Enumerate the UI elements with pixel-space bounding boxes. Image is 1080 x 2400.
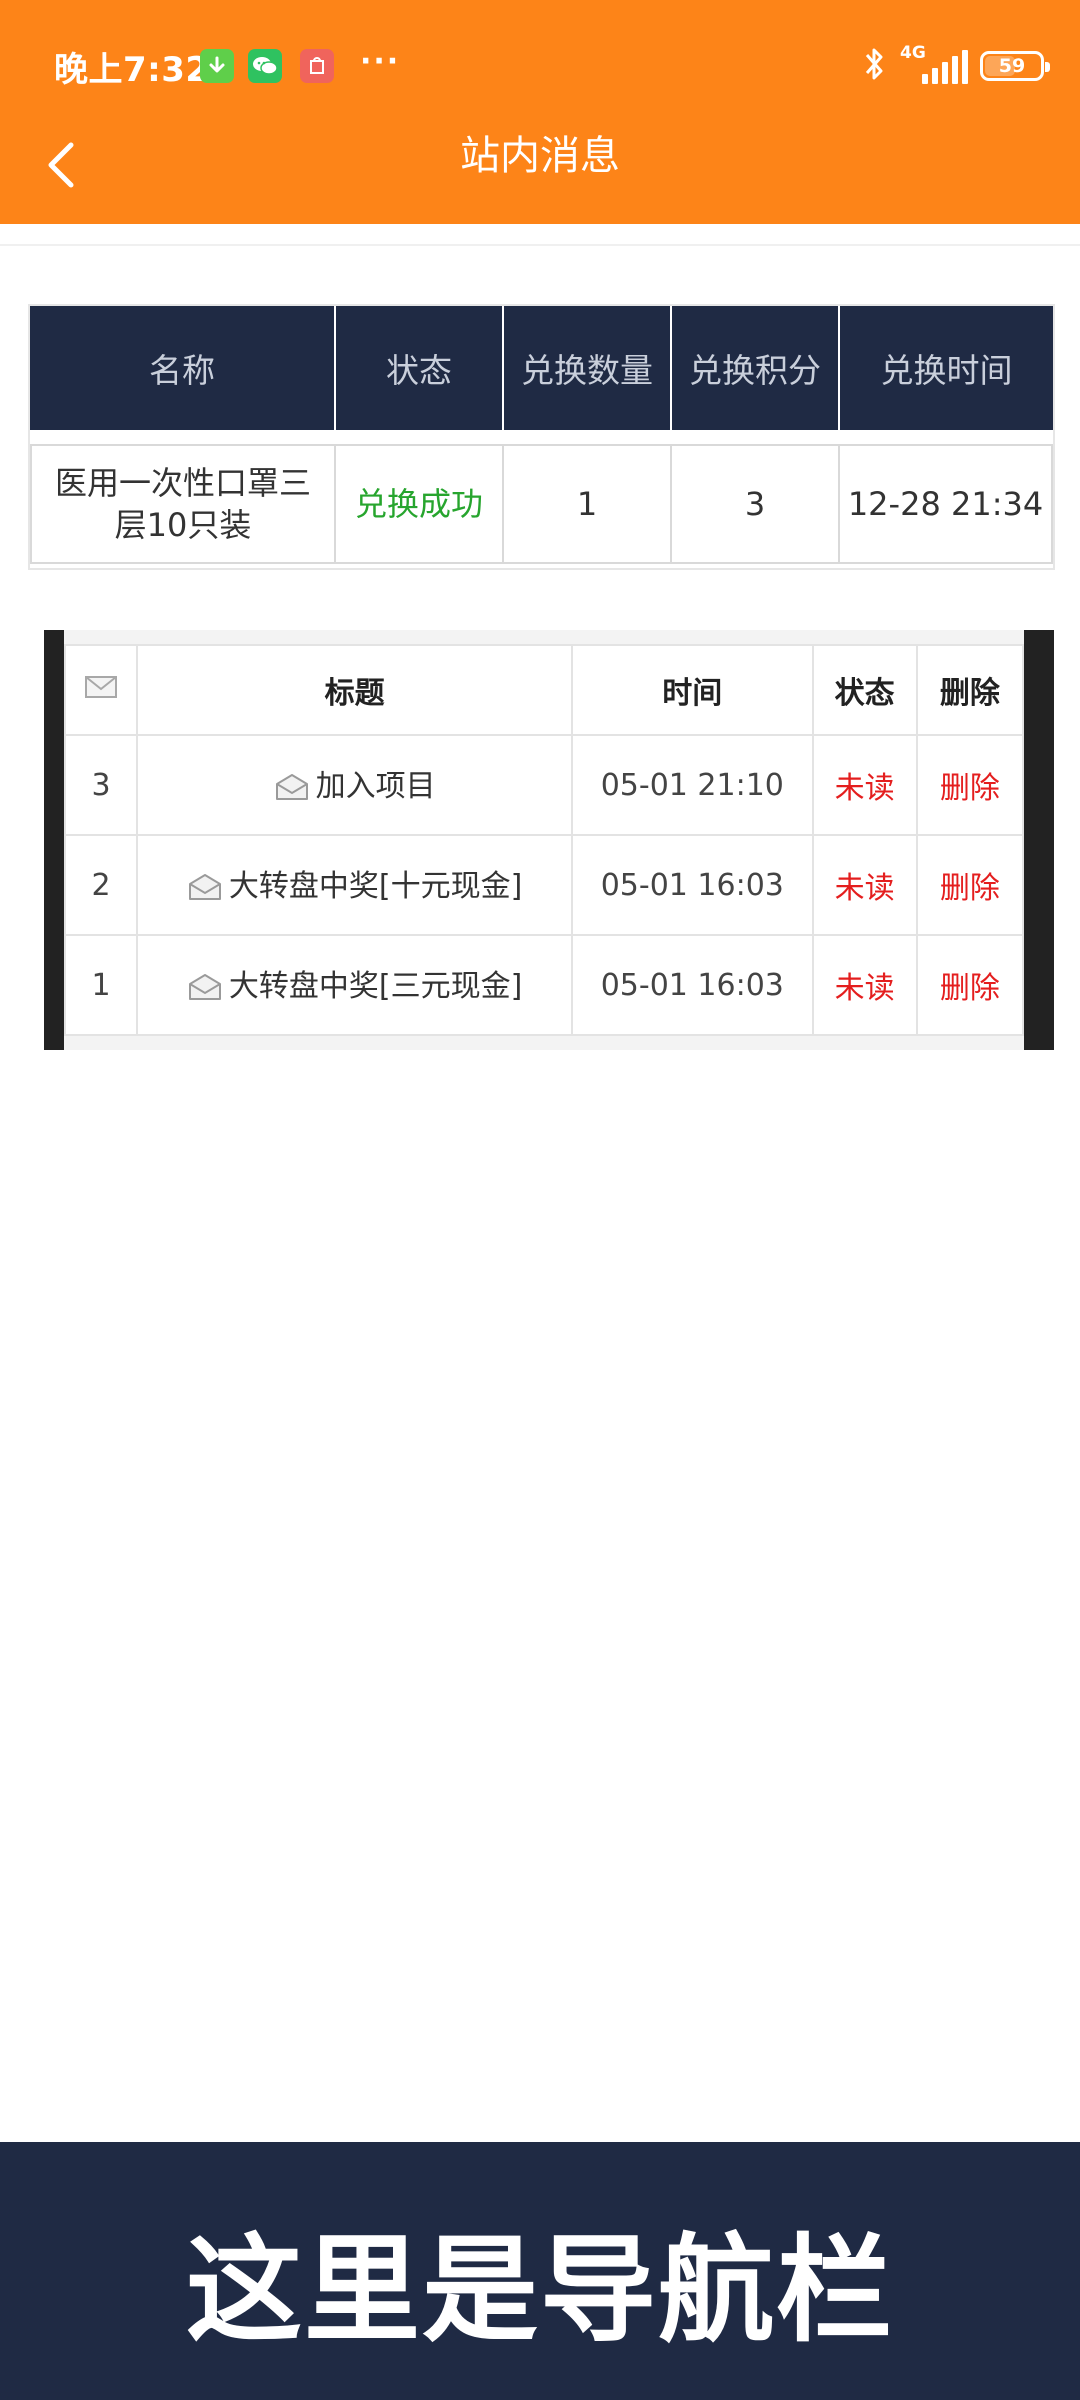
delete-button[interactable]: 删除 (915, 834, 1025, 936)
app-header: 晚上7:32 ··· 4G 59 站内消息 (0, 0, 1080, 224)
delete-button[interactable]: 删除 (915, 934, 1025, 1036)
column-header-points: 兑换积分 (672, 306, 840, 430)
message-index: 1 (63, 934, 139, 1036)
app-notification-icon (300, 49, 334, 83)
message-time: 05-01 16:03 (571, 834, 814, 936)
exchange-points: 3 (672, 446, 840, 562)
status-indicators: 4G 59 (862, 44, 1050, 88)
table-row[interactable]: 1 大转盘中奖[三元现金] 05-01 16:03 未读 删除 (63, 934, 1025, 1036)
download-icon (200, 49, 234, 83)
messages-table-header: 标题 时间 状态 删除 (63, 644, 1025, 736)
signal-bars (922, 50, 968, 84)
message-status: 未读 (811, 934, 918, 1036)
battery-icon: 59 (980, 51, 1050, 81)
message-title-cell[interactable]: 大转盘中奖[十元现金] (136, 834, 574, 936)
column-header-name: 名称 (30, 306, 336, 430)
message-title-cell[interactable]: 加入项目 (136, 734, 574, 836)
column-header-time: 兑换时间 (880, 351, 1013, 390)
bottom-navigation-bar[interactable]: 这里是导航栏 (0, 2142, 1080, 2400)
navigation-bar-label: 这里是导航栏 (186, 2223, 894, 2358)
more-notifications-icon: ··· (360, 44, 401, 79)
exchange-table: 名称 状态 兑换数量 兑换积分 兑换时间 医用一次性口罩三层10只装 兑换成功 … (28, 304, 1055, 570)
exchange-status: 兑换成功 (336, 446, 504, 562)
divider (0, 244, 1080, 246)
envelope-open-icon (274, 772, 310, 810)
column-header-time: 时间 (571, 644, 814, 736)
column-header-title: 标题 (136, 644, 574, 736)
message-title[interactable]: 大转盘中奖[十元现金] (229, 869, 522, 904)
message-status: 未读 (811, 834, 918, 936)
column-header-delete: 删除 (915, 644, 1025, 736)
table-row[interactable]: 3 加入项目 05-01 21:10 未读 删除 (63, 734, 1025, 836)
message-title[interactable]: 大转盘中奖[三元现金] (229, 969, 522, 1004)
message-index: 3 (63, 734, 139, 836)
message-status: 未读 (811, 734, 918, 836)
exchange-quantity: 1 (504, 446, 672, 562)
message-time: 05-01 16:03 (571, 934, 814, 1036)
message-index: 2 (63, 834, 139, 936)
envelope-open-icon (187, 872, 223, 910)
envelope-open-icon (187, 972, 223, 1010)
column-header-status: 状态 (336, 306, 504, 430)
battery-percent: 59 (998, 55, 1026, 77)
exchange-time: 12-28 21:34 (840, 446, 1053, 562)
messages-table: 标题 时间 状态 删除 3 加入项目 05-01 21:10 未读 删除 2 大… (63, 644, 1025, 1036)
message-title[interactable]: 加入项目 (316, 769, 436, 804)
messages-panel: 标题 时间 状态 删除 3 加入项目 05-01 21:10 未读 删除 2 大… (44, 630, 1054, 1050)
signal-icon: 4G (900, 44, 968, 88)
table-row[interactable]: 医用一次性口罩三层10只装 兑换成功 1 3 12-28 21:34 (30, 444, 1053, 564)
status-time: 晚上7:32 (54, 50, 210, 90)
messages-container: 标题 时间 状态 删除 3 加入项目 05-01 21:10 未读 删除 2 大… (63, 630, 1025, 1050)
screen: 晚上7:32 ··· 4G 59 站内消息 名称 状态 兑换数量 兑换积分 兑换… (0, 0, 1080, 2400)
column-header-status: 状态 (811, 644, 918, 736)
exchange-table-header: 名称 状态 兑换数量 兑换积分 兑换时间 (30, 306, 1053, 430)
table-row[interactable]: 2 大转盘中奖[十元现金] 05-01 16:03 未读 删除 (63, 834, 1025, 936)
column-header-quantity: 兑换数量 (504, 306, 672, 430)
wechat-icon (248, 49, 282, 83)
bluetooth-icon (862, 44, 886, 88)
delete-button[interactable]: 删除 (915, 734, 1025, 836)
message-time: 05-01 21:10 (571, 734, 814, 836)
message-title-cell[interactable]: 大转盘中奖[三元现金] (136, 934, 574, 1036)
envelope-icon (63, 644, 139, 736)
product-name: 医用一次性口罩三层10只装 (30, 446, 336, 562)
page-title: 站内消息 (460, 133, 620, 179)
